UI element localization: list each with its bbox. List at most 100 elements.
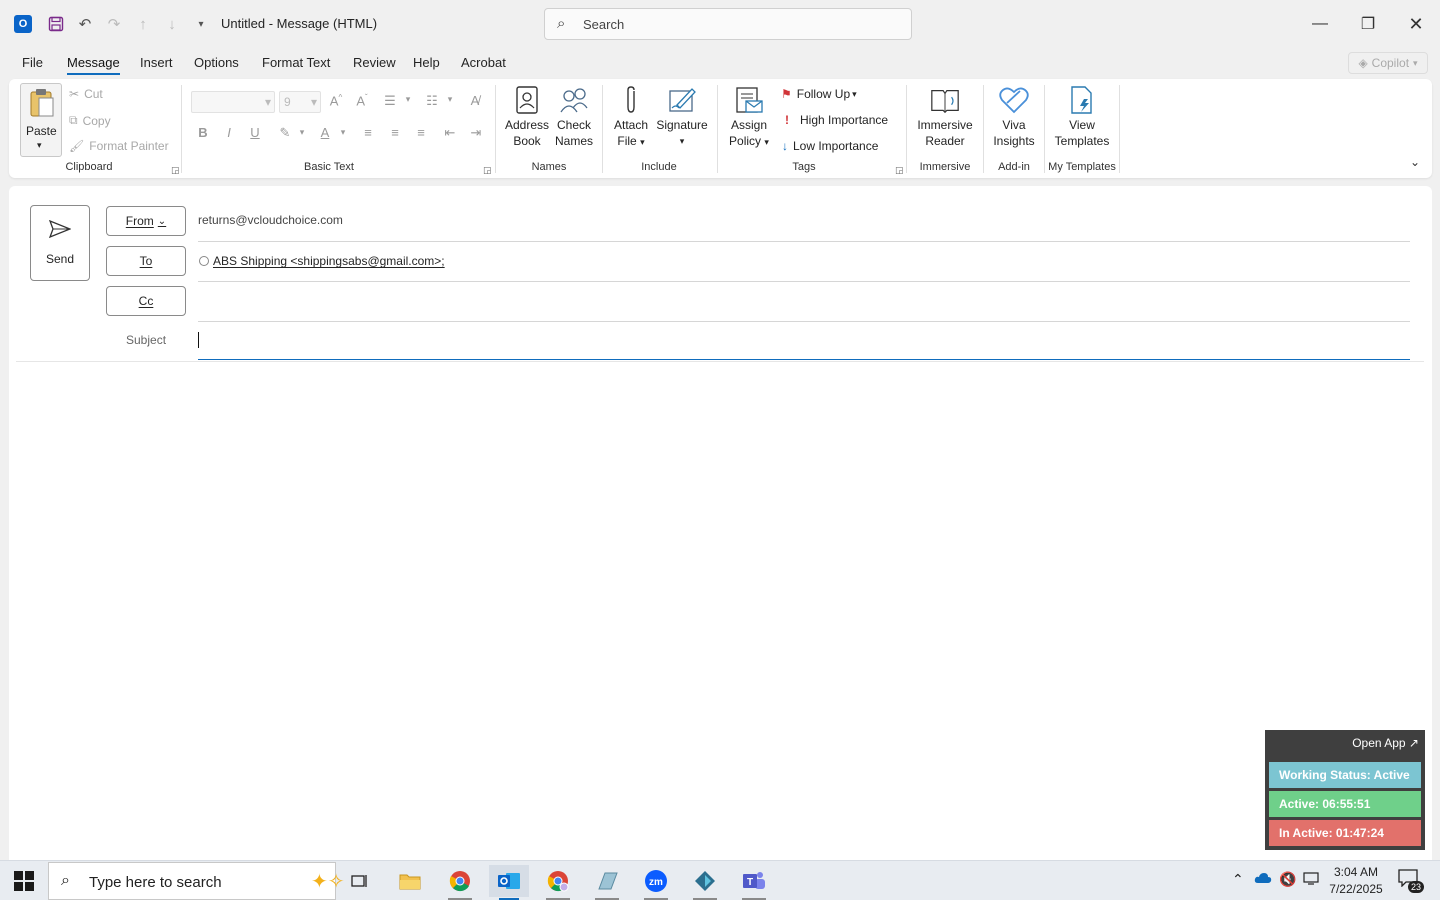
- taskbar: ⌕ ✦✧ zm T ⌃ 🔇 3:04 AM 7/22/2025 23: [0, 860, 1440, 900]
- system-clock[interactable]: 3:04 AM 7/22/2025: [1328, 864, 1384, 898]
- taskbar-search[interactable]: ⌕ ✦✧: [48, 862, 345, 900]
- italic-icon[interactable]: I: [220, 125, 238, 140]
- grow-font-icon[interactable]: A^: [327, 93, 345, 108]
- clear-formatting-icon[interactable]: A̸: [466, 93, 484, 108]
- numbering-icon[interactable]: ☷: [423, 93, 441, 109]
- paste-button[interactable]: Paste ▾: [20, 83, 62, 157]
- teams-icon[interactable]: T: [734, 865, 774, 900]
- tab-insert[interactable]: Insert: [140, 55, 173, 70]
- high-importance-label: High Importance: [800, 113, 889, 127]
- assign-policy-button[interactable]: Assign Policy ▾: [723, 83, 775, 150]
- tab-acrobat[interactable]: Acrobat: [461, 55, 506, 70]
- immersive-reader-label-1: Immersive: [917, 118, 973, 132]
- outlook-taskbar-icon[interactable]: [489, 865, 529, 900]
- highlighter-icon[interactable]: ✎: [276, 125, 294, 141]
- tab-options[interactable]: Options: [194, 55, 239, 70]
- chevron-down-icon: ▾: [640, 137, 645, 147]
- bold-icon[interactable]: B: [194, 125, 212, 140]
- to-recipient-chip[interactable]: ABS Shipping <shippingsabs@gmail.com>;: [199, 254, 445, 268]
- chevron-down-icon[interactable]: ▾: [293, 127, 311, 138]
- chevron-down-icon[interactable]: ▾: [441, 94, 459, 105]
- low-importance-button[interactable]: ↓ Low Importance: [782, 139, 878, 153]
- collapse-ribbon-chevron-icon[interactable]: ⌄: [1410, 155, 1420, 169]
- tab-file[interactable]: File: [22, 55, 43, 70]
- copy-button[interactable]: ⧉ Copy: [69, 113, 111, 128]
- customize-toolbar-chevron-icon[interactable]: ▾: [191, 14, 211, 34]
- underline-icon[interactable]: U: [246, 125, 264, 140]
- search-input[interactable]: [583, 15, 883, 33]
- file-explorer-icon[interactable]: [390, 865, 430, 897]
- chevron-down-icon[interactable]: ▾: [334, 127, 352, 138]
- start-button[interactable]: [14, 871, 34, 891]
- increase-indent-icon[interactable]: ⇥: [467, 125, 485, 141]
- show-hidden-icons-chevron-icon[interactable]: ⌃: [1232, 871, 1244, 888]
- bullets-icon[interactable]: ☰: [381, 93, 399, 109]
- save-icon[interactable]: [46, 14, 66, 34]
- redo-icon[interactable]: ↷: [104, 14, 124, 34]
- chrome-icon[interactable]: [440, 865, 480, 900]
- view-templates-label-1: View: [1069, 118, 1095, 132]
- check-names-button[interactable]: Check Names: [551, 83, 597, 149]
- attach-file-label-2: File: [617, 134, 637, 148]
- align-center-icon[interactable]: ≡: [386, 125, 404, 140]
- ribbon-tabs: File Message Insert Options Format Text …: [0, 50, 1440, 78]
- immersive-reader-button[interactable]: Immersive Reader: [913, 83, 977, 149]
- copilot-button[interactable]: ◈ Copilot ▾: [1348, 52, 1428, 74]
- font-color-icon[interactable]: A: [316, 125, 334, 140]
- clipboard-group-label: Clipboard: [65, 161, 113, 173]
- cut-button[interactable]: ✂ Cut: [69, 87, 103, 101]
- send-button[interactable]: Send: [30, 205, 90, 281]
- signature-button[interactable]: Signature ▾: [655, 83, 709, 149]
- tab-review[interactable]: Review: [353, 55, 396, 70]
- high-importance-button[interactable]: ! High Importance: [785, 113, 888, 127]
- zoom-icon[interactable]: zm: [636, 865, 676, 900]
- tab-message[interactable]: Message: [67, 55, 120, 75]
- divider: [1119, 85, 1120, 173]
- close-button[interactable]: ✕: [1393, 8, 1439, 40]
- font-name-select[interactable]: ▾: [191, 91, 275, 113]
- font-size-select[interactable]: 9 ▾: [279, 91, 321, 113]
- check-names-icon: [558, 83, 590, 117]
- notifications-icon[interactable]: 23: [1398, 869, 1425, 893]
- send-label: Send: [45, 252, 75, 266]
- volume-muted-icon[interactable]: 🔇: [1279, 871, 1296, 888]
- open-app-link[interactable]: Open App ↗: [1352, 736, 1419, 750]
- taskbar-search-input[interactable]: [89, 873, 269, 891]
- cc-button[interactable]: Cc: [106, 286, 186, 316]
- dialog-launcher-icon[interactable]: ◲: [895, 165, 904, 176]
- subject-input[interactable]: [198, 330, 1410, 352]
- viva-insights-button[interactable]: Viva Insights: [989, 83, 1039, 149]
- view-templates-button[interactable]: View Templates: [1051, 83, 1113, 149]
- chevron-down-icon[interactable]: ▾: [399, 94, 417, 105]
- chrome-profile-icon[interactable]: [538, 865, 578, 900]
- align-left-icon[interactable]: ≡: [359, 125, 377, 140]
- search-box[interactable]: ⌕: [544, 8, 912, 40]
- copilot-label: Copilot: [1371, 56, 1410, 70]
- dialog-launcher-icon[interactable]: ◲: [171, 165, 180, 176]
- follow-up-button[interactable]: ⚑ Follow Up ▾: [781, 87, 857, 101]
- include-group-label: Include: [641, 161, 677, 173]
- decrease-indent-icon[interactable]: ⇤: [441, 125, 459, 141]
- task-view-icon[interactable]: [340, 865, 380, 897]
- align-right-icon[interactable]: ≡: [412, 125, 430, 140]
- undo-icon[interactable]: ↶: [75, 14, 95, 34]
- to-button[interactable]: To: [106, 246, 186, 276]
- app-icon[interactable]: [587, 865, 627, 900]
- minimize-button[interactable]: —: [1297, 8, 1343, 40]
- previous-item-icon[interactable]: ↑: [133, 14, 153, 34]
- address-book-button[interactable]: Address Book: [503, 83, 551, 149]
- restore-button[interactable]: ❐: [1345, 8, 1391, 40]
- from-button[interactable]: From ⌄: [106, 206, 186, 236]
- attach-file-button[interactable]: Attach File ▾: [609, 83, 653, 150]
- onedrive-icon[interactable]: [1254, 871, 1272, 887]
- next-item-icon[interactable]: ↓: [162, 14, 182, 34]
- tab-help[interactable]: Help: [413, 55, 440, 70]
- dialog-launcher-icon[interactable]: ◲: [483, 165, 492, 176]
- svg-text:T: T: [747, 877, 753, 888]
- working-status-badge: Working Status: Active: [1269, 762, 1421, 788]
- shrink-font-icon[interactable]: Aˇ: [353, 93, 371, 108]
- tab-format-text[interactable]: Format Text: [262, 55, 330, 70]
- network-icon[interactable]: [1303, 871, 1319, 888]
- remote-app-icon[interactable]: [685, 865, 725, 900]
- format-painter-button[interactable]: 🖌 Format Painter: [69, 139, 169, 153]
